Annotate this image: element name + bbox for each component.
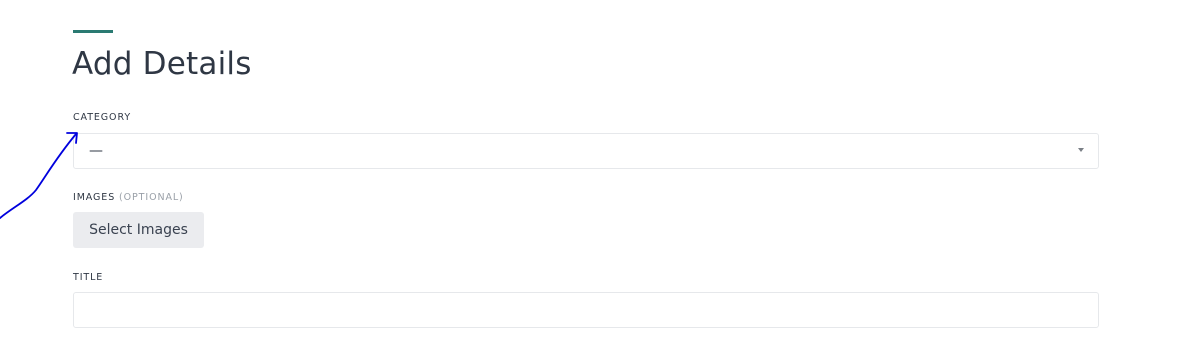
title-accent-bar <box>73 30 113 33</box>
category-selected-value: — <box>89 143 103 159</box>
title-input[interactable] <box>73 292 1099 328</box>
images-label: IMAGES (OPTIONAL) <box>73 192 184 204</box>
category-label: CATEGORY <box>73 112 131 124</box>
title-label-text: TITLE <box>73 272 104 283</box>
chevron-down-icon <box>1078 148 1084 152</box>
images-optional-hint: (OPTIONAL) <box>119 192 184 203</box>
title-label: TITLE <box>73 272 103 284</box>
page-title: Add Details <box>72 46 252 82</box>
select-images-button[interactable]: Select Images <box>73 212 204 248</box>
category-label-text: CATEGORY <box>73 112 132 123</box>
images-label-text: IMAGES <box>73 192 116 203</box>
annotation-arrow-shaft <box>0 133 77 219</box>
add-details-form: Add Details CATEGORY — IMAGES (OPTIONAL)… <box>0 0 1177 349</box>
category-select[interactable]: — <box>73 133 1099 169</box>
